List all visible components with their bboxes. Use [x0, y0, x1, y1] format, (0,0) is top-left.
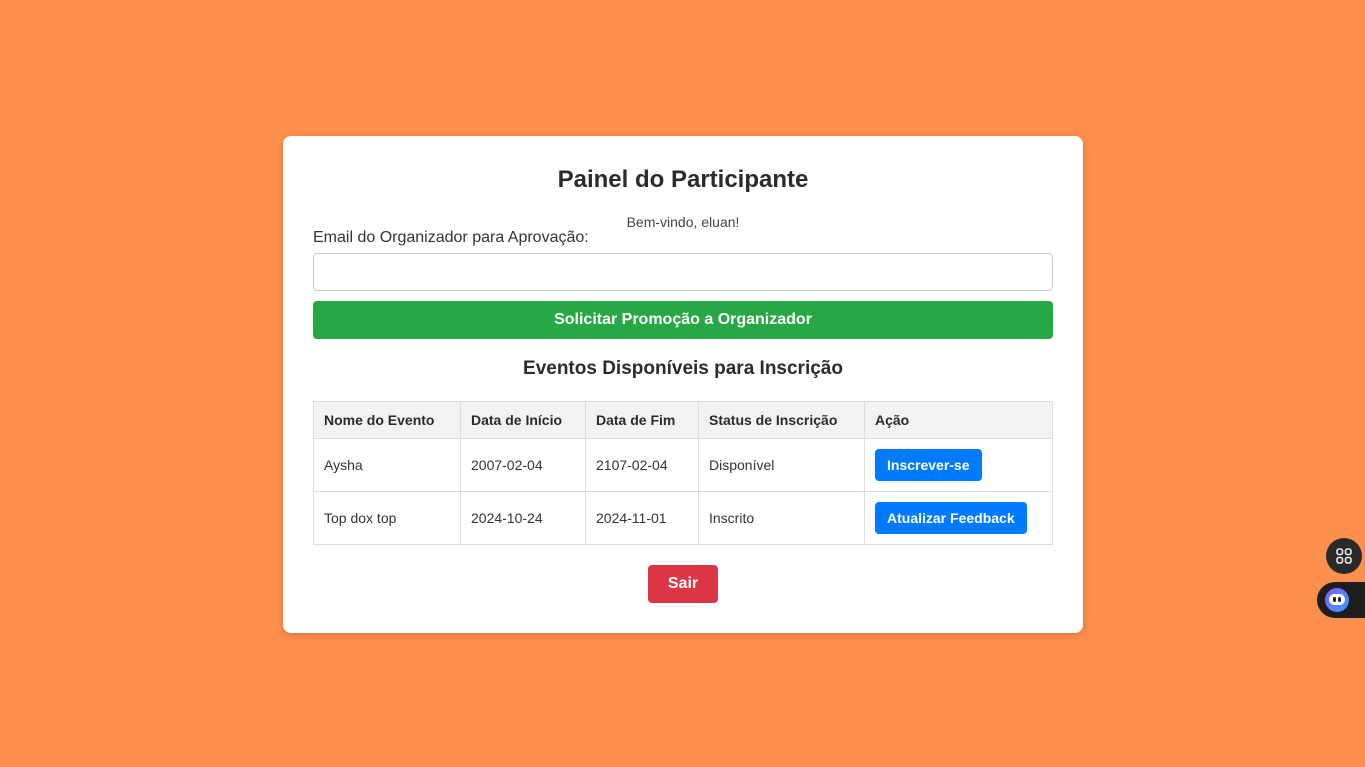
request-promotion-button[interactable]: Solicitar Promoção a Organizador: [313, 301, 1053, 339]
logout-button[interactable]: Sair: [648, 565, 718, 603]
events-table: Nome do Evento Data de Início Data de Fi…: [313, 401, 1053, 545]
participant-panel-card: Painel do Participante Bem-vindo, eluan!…: [283, 136, 1083, 633]
grid-apps-icon: [1336, 548, 1352, 564]
floating-assistant-button[interactable]: [1317, 582, 1365, 618]
subscribe-button[interactable]: Inscrever-se: [875, 449, 982, 481]
column-header-action: Ação: [864, 401, 1053, 439]
page-title: Painel do Participante: [557, 166, 809, 193]
status-cell: Inscrito: [698, 491, 865, 545]
column-header-status: Status de Inscrição: [698, 401, 865, 439]
organizer-email-label: Email do Organizador para Aprovação:: [313, 229, 589, 246]
events-section-title: Eventos Disponíveis para Inscrição: [523, 358, 843, 379]
column-header-end-date: Data de Fim: [585, 401, 699, 439]
organizer-email-input[interactable]: [313, 253, 1053, 291]
end-date-cell: 2024-11-01: [585, 491, 699, 545]
table-header-row: Nome do Evento Data de Início Data de Fi…: [313, 401, 1053, 439]
welcome-message: Bem-vindo, eluan!: [626, 214, 740, 230]
event-name-cell: Aysha: [313, 438, 461, 492]
column-header-start-date: Data de Início: [460, 401, 586, 439]
table-row: Aysha 2007-02-04 2107-02-04 Disponível I…: [313, 438, 1053, 492]
action-cell: Inscrever-se: [864, 438, 1053, 492]
start-date-cell: 2024-10-24: [460, 491, 586, 545]
update-feedback-button[interactable]: Atualizar Feedback: [875, 502, 1027, 534]
table-row: Top dox top 2024-10-24 2024-11-01 Inscri…: [313, 491, 1053, 545]
end-date-cell: 2107-02-04: [585, 438, 699, 492]
action-cell: Atualizar Feedback: [864, 491, 1053, 545]
floating-apps-button[interactable]: [1326, 538, 1362, 574]
column-header-event-name: Nome do Evento: [313, 401, 461, 439]
event-name-cell: Top dox top: [313, 491, 461, 545]
status-cell: Disponível: [698, 438, 865, 492]
start-date-cell: 2007-02-04: [460, 438, 586, 492]
robot-assistant-icon: [1325, 588, 1349, 612]
